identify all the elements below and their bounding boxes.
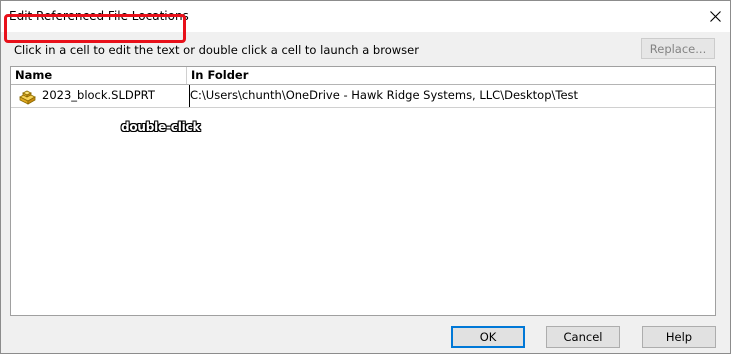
highlight-box (4, 14, 186, 43)
column-header-name[interactable]: Name (11, 67, 187, 84)
close-icon (709, 11, 721, 22)
instruction-text: Click in a cell to edit the text or doub… (14, 43, 419, 57)
table-row[interactable]: 2023_block.SLDPRT C:\Users\chunth\OneDri… (11, 85, 715, 108)
help-button[interactable]: Help (642, 326, 716, 348)
part-icon (19, 90, 36, 105)
ok-button[interactable]: OK (451, 326, 525, 348)
column-header-in-folder[interactable]: In Folder (187, 67, 715, 84)
grid-header: Name In Folder (11, 67, 715, 85)
name-cell[interactable]: 2023_block.SLDPRT (11, 85, 188, 107)
edit-referenced-file-locations-dialog: Edit Referenced File Locations Click in … (0, 0, 731, 354)
cancel-button[interactable]: Cancel (546, 326, 620, 348)
replace-button[interactable]: Replace... (641, 38, 715, 59)
double-click-callout: double-click (121, 120, 201, 134)
file-name-label: 2023_block.SLDPRT (42, 88, 155, 102)
references-grid: Name In Folder 2023_block.SLDPRT C:\User… (10, 66, 716, 316)
folder-path-cell[interactable]: C:\Users\chunth\OneDrive - Hawk Ridge Sy… (189, 85, 716, 107)
close-button[interactable] (700, 1, 730, 32)
